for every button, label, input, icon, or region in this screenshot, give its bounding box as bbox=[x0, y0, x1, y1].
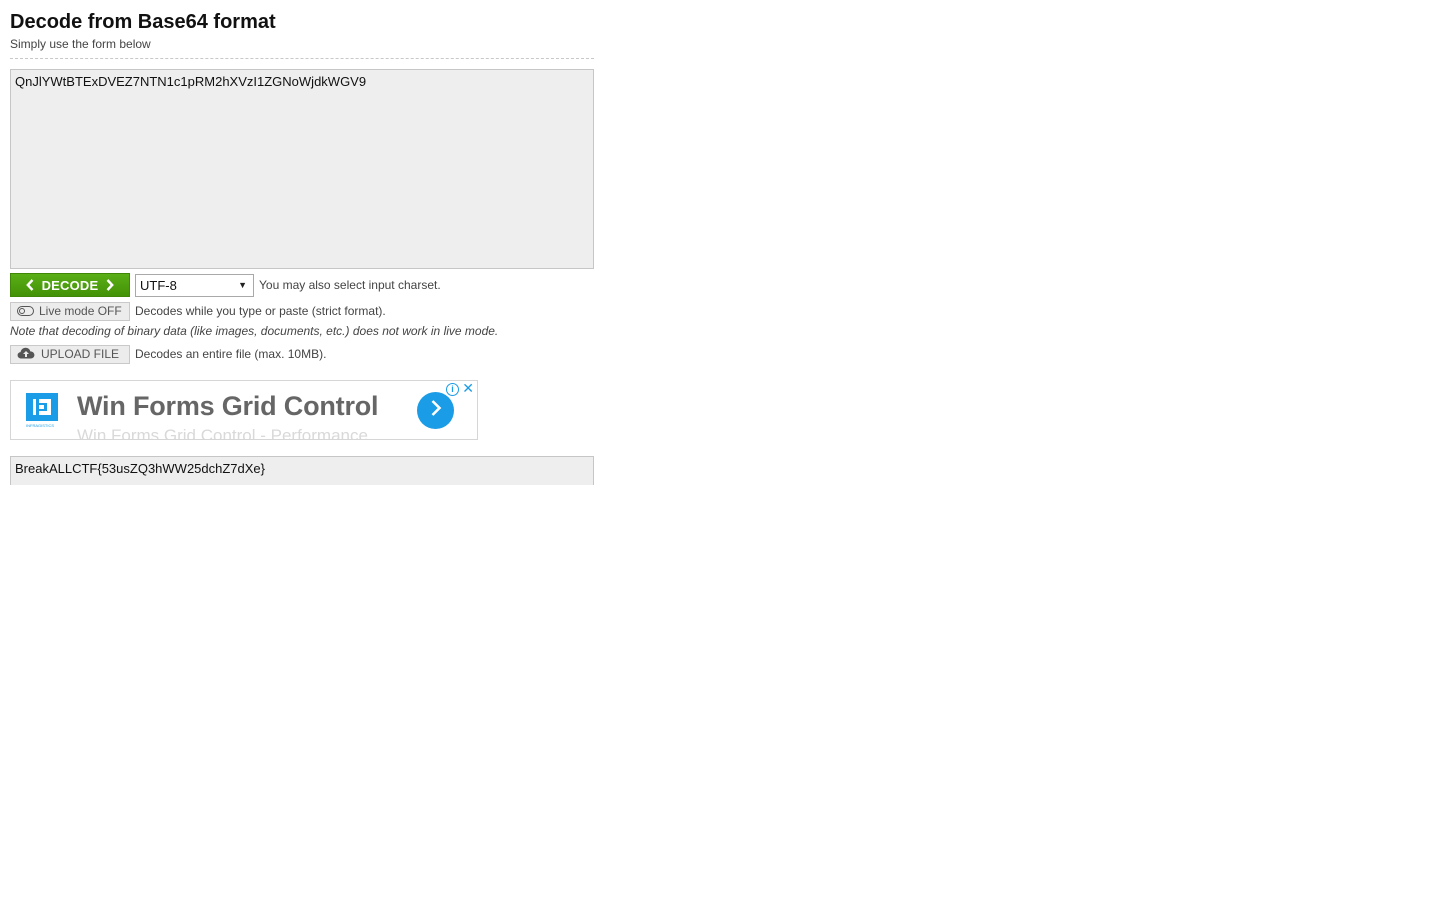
decoded-output[interactable]: BreakALLCTF{53usZQ3hWW25dchZ7dXe} bbox=[10, 456, 594, 485]
cloud-upload-icon bbox=[17, 347, 35, 362]
live-mode-row: Live mode OFF Decodes while you type or … bbox=[10, 301, 594, 321]
infragistics-logo: INFRAGISTICS bbox=[25, 392, 59, 428]
divider bbox=[10, 58, 594, 59]
upload-row: UPLOAD FILE Decodes an entire file (max.… bbox=[10, 344, 594, 364]
decode-button[interactable]: DECODE bbox=[10, 273, 130, 297]
decode-row: DECODE UTF-8 ▼ You may also select input… bbox=[10, 273, 594, 297]
page-subtitle: Simply use the form below bbox=[10, 37, 151, 51]
charset-select[interactable]: UTF-8 ▼ bbox=[135, 273, 254, 297]
base64-input[interactable]: QnJlYWtBTExDVEZ7NTN1c1pRM2hXVzI1ZGNoWjdk… bbox=[10, 69, 594, 269]
toggle-off-icon bbox=[17, 306, 34, 316]
logo-text: INFRAGISTICS bbox=[26, 423, 54, 428]
ad-title: Win Forms Grid Control bbox=[77, 391, 379, 421]
live-mode-description: Decodes while you type or paste (strict … bbox=[135, 304, 386, 318]
decode-button-label: DECODE bbox=[41, 277, 99, 293]
ad-close-icon[interactable]: ✕ bbox=[462, 381, 474, 396]
upload-description: Decodes an entire file (max. 10MB). bbox=[135, 347, 327, 361]
live-mode-toggle-button[interactable]: Live mode OFF bbox=[10, 301, 130, 321]
dropdown-caret-icon: ▼ bbox=[238, 279, 247, 290]
chevron-right-icon bbox=[429, 399, 443, 422]
chevron-right-icon bbox=[106, 279, 115, 291]
live-mode-note: Note that decoding of binary data (like … bbox=[10, 324, 499, 338]
ad-banner[interactable]: INFRAGISTICS Win Forms Grid Control Win … bbox=[10, 380, 478, 440]
page-title: Decode from Base64 format bbox=[10, 11, 276, 33]
upload-file-label: UPLOAD FILE bbox=[41, 347, 120, 361]
live-mode-label: Live mode OFF bbox=[39, 304, 122, 318]
charset-select-value: UTF-8 bbox=[140, 277, 177, 293]
base64-decode-page: Decode from Base64 format Simply use the… bbox=[10, 8, 594, 485]
charset-hint: You may also select input charset. bbox=[259, 278, 441, 292]
ad-info-icon[interactable]: i bbox=[446, 383, 459, 396]
ad-arrow-button[interactable] bbox=[417, 392, 454, 429]
upload-file-button[interactable]: UPLOAD FILE bbox=[10, 344, 130, 364]
ad-subtitle: Win Forms Grid Control - Performance bbox=[77, 426, 368, 440]
chevron-left-icon bbox=[25, 279, 34, 291]
